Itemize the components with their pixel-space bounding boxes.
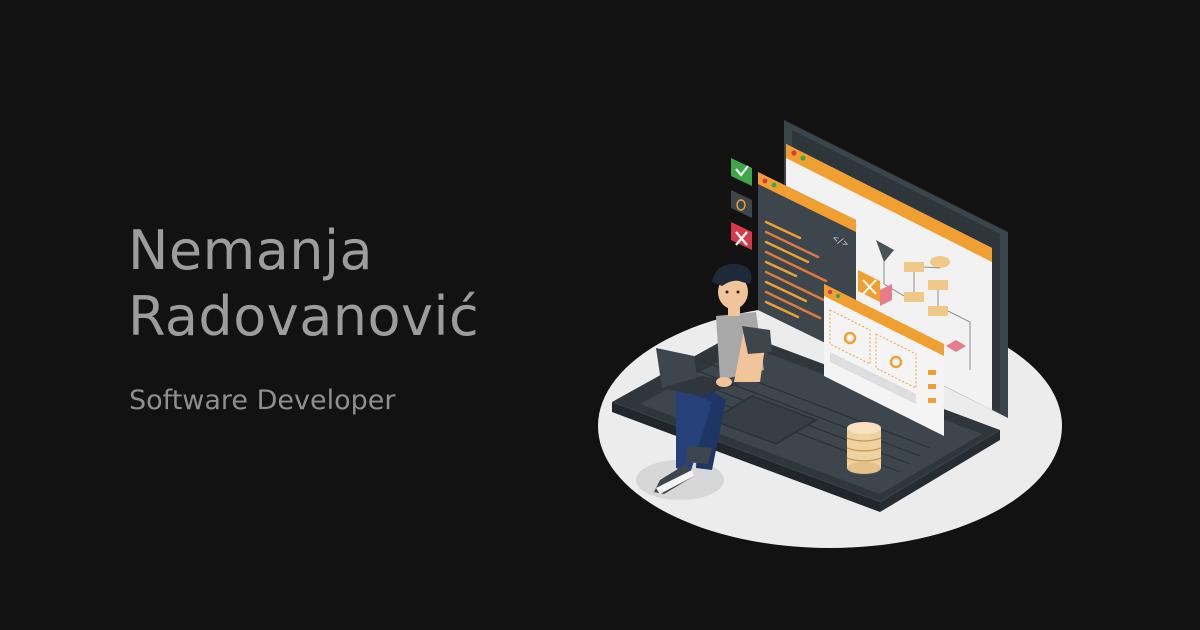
check-icon xyxy=(731,158,752,186)
cross-icon xyxy=(731,222,752,250)
shoe-icon xyxy=(686,446,712,464)
developer-illustration: </> xyxy=(598,120,1062,548)
window-dot-red xyxy=(791,150,797,156)
database-icon xyxy=(846,422,882,474)
window-dot-green xyxy=(800,155,806,161)
bug-icon xyxy=(731,190,752,218)
